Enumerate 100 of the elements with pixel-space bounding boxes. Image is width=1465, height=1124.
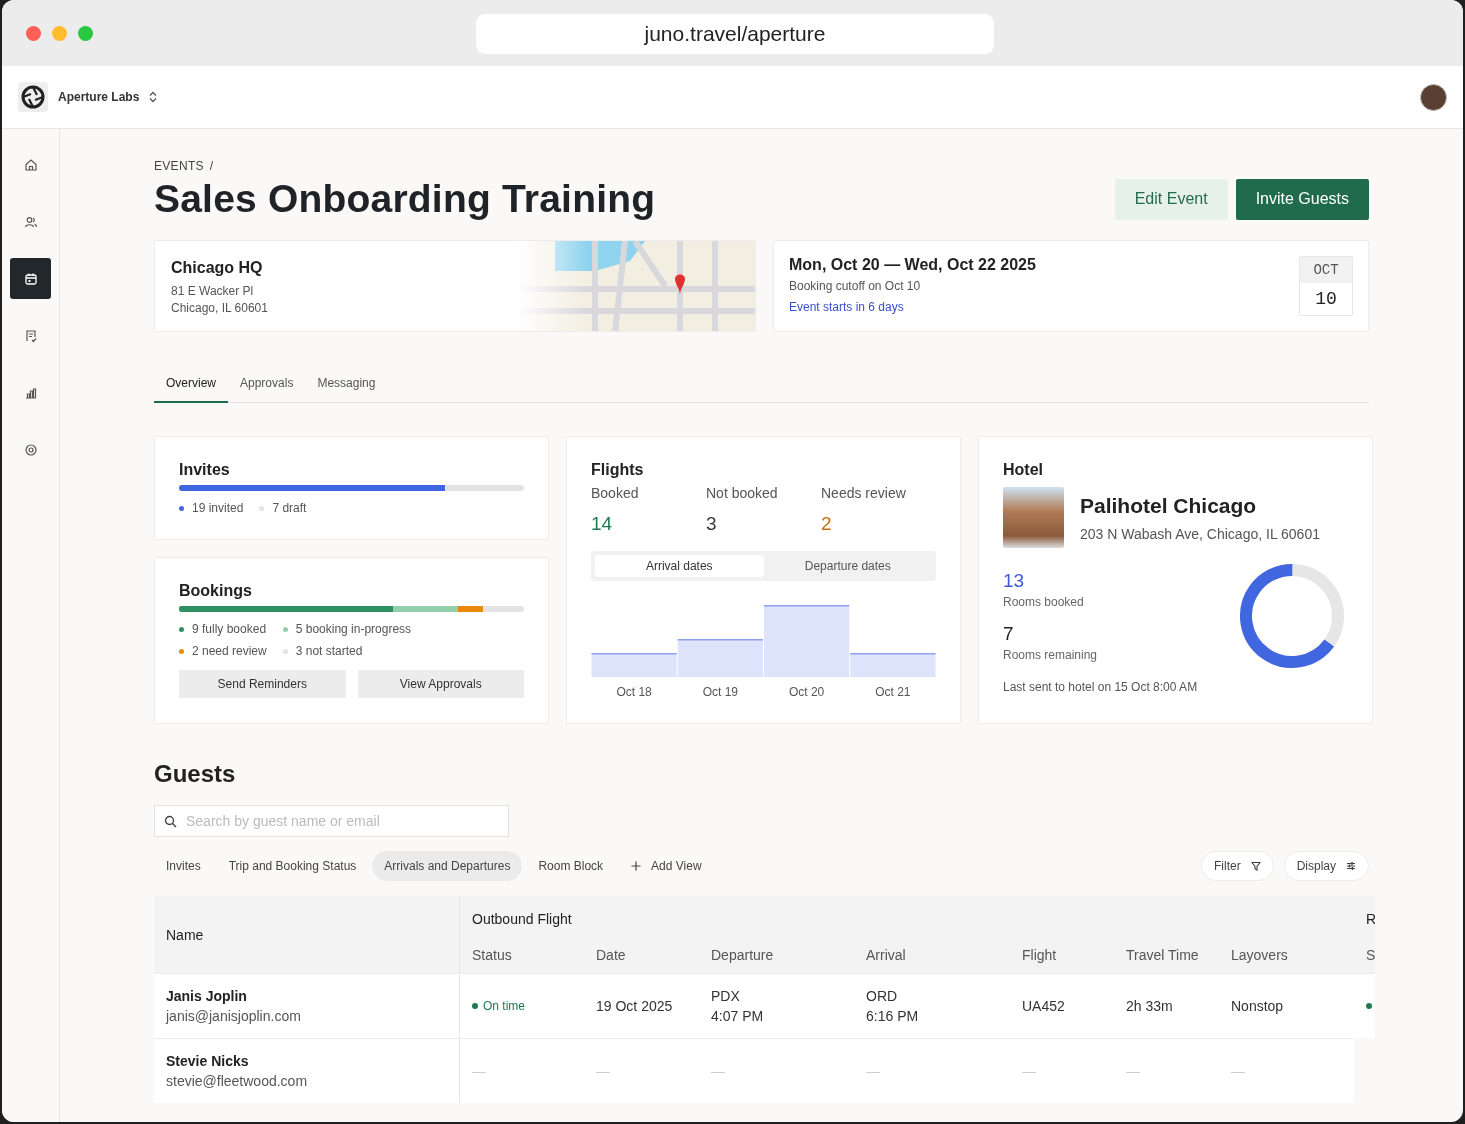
breadcrumb-link[interactable]: EVENTS: [154, 159, 204, 173]
sidebar-item[interactable]: [10, 258, 51, 299]
countdown-text: Event starts in 6 days: [789, 299, 905, 316]
column-header: Name: [154, 896, 460, 973]
breadcrumb-separator: /: [209, 159, 214, 173]
column-header: Flight: [1010, 933, 1114, 973]
legend-label: 2 need review: [192, 644, 267, 658]
card-title: Bookings: [179, 582, 253, 600]
stat-value: 3: [706, 513, 718, 535]
table-cell-text: Nonstop: [1231, 997, 1284, 1016]
axis-label: Oct 20: [787, 685, 826, 699]
action-button[interactable]: View Approvals: [357, 670, 524, 698]
user-avatar[interactable]: [1420, 83, 1447, 111]
view-tab[interactable]: Room Block: [526, 851, 616, 881]
plus-icon: [631, 861, 642, 871]
receipt-icon: [23, 328, 38, 343]
card-title: Hotel: [1003, 461, 1044, 479]
hotel-address: 203 N Wabash Ave, Chicago, IL 60601: [1080, 525, 1320, 542]
guest-email: stevie@fleetwood.com: [166, 1072, 308, 1091]
table-cell-text: 2h 33m: [1126, 997, 1173, 1016]
invite-button[interactable]: Invite Guests: [1235, 178, 1369, 220]
address-bar[interactable]: juno.travel/aperture: [476, 14, 994, 54]
location-name: Chicago HQ: [171, 259, 264, 277]
aperture-logo-icon: [18, 82, 48, 112]
tab[interactable]: Approvals: [228, 366, 306, 403]
search-field[interactable]: Search by guest name or email: [154, 805, 509, 837]
empty-cell-text: —: [1231, 1062, 1245, 1081]
axis-label: Oct 19: [701, 685, 740, 699]
table-cell-text: UA452: [1022, 997, 1065, 1016]
search-icon: [164, 815, 177, 828]
close-window-dot[interactable]: [26, 25, 41, 41]
table-cell-text: 19 Oct 2025: [596, 997, 673, 1016]
legend-label: 7 draft: [272, 501, 307, 515]
axis-label: Oct 18: [615, 685, 653, 699]
chevron-up-down-icon[interactable]: [149, 91, 158, 103]
organization-name[interactable]: Aperture Labs: [58, 90, 140, 104]
empty-cell-text: —: [711, 1062, 725, 1081]
address-line: 81 E Wacker Pl: [171, 283, 255, 300]
maximize-window-dot[interactable]: [78, 25, 93, 41]
legend-label: 3 not started: [295, 644, 363, 658]
sliders-icon: [1346, 861, 1356, 871]
home-icon: [23, 157, 38, 172]
guest-name: Stevie Nicks: [166, 1052, 249, 1071]
stat-label: Rooms booked: [1003, 595, 1085, 609]
view-tab[interactable]: Invites: [154, 851, 213, 881]
hotel-name: Palihotel Chicago: [1080, 493, 1258, 518]
card-title: Invites: [179, 461, 231, 479]
stat-label: Needs review: [821, 485, 907, 501]
column-header: Departure: [699, 933, 854, 973]
action-button[interactable]: Send Reminders: [179, 670, 346, 698]
stat-value: 7: [1003, 623, 1015, 645]
stat-label: Not booked: [706, 485, 779, 501]
column-header: Date: [584, 933, 699, 973]
table-cell-text: ORD 6:16 PM: [866, 987, 919, 1026]
address-line: Chicago, IL 60601: [171, 300, 268, 317]
users-icon: [23, 214, 38, 229]
table-cell-text: PDX 4:07 PM: [711, 987, 764, 1026]
empty-cell-text: —: [866, 1062, 880, 1081]
photo-placeholder: [1003, 487, 1064, 548]
column-header: S: [1354, 933, 1375, 973]
calendar-month: OCT: [1300, 257, 1352, 283]
edit-button[interactable]: Edit Event: [1114, 178, 1228, 220]
stat-value: 2: [821, 513, 833, 535]
display-button[interactable]: Display: [1283, 851, 1369, 881]
calendar-icon: [23, 271, 38, 286]
column-header: Status: [460, 933, 584, 973]
axis-label: Oct 21: [874, 685, 912, 699]
filter-icon: [1250, 861, 1261, 871]
empty-cell-text: —: [1022, 1062, 1036, 1081]
toggle-option[interactable]: Departure dates: [763, 555, 932, 577]
minimize-window-dot[interactable]: [52, 25, 67, 41]
stat-label: Rooms remaining: [1003, 648, 1098, 662]
column-group-header: Outbound Flight: [460, 896, 1354, 933]
add-view-button[interactable]: Add View: [619, 851, 714, 881]
legend-label: 5 booking in-progress: [295, 622, 412, 636]
view-tab[interactable]: Arrivals and Departures: [372, 851, 523, 881]
empty-cell-text: —: [1126, 1062, 1140, 1081]
legend-label: 9 fully booked: [192, 622, 267, 636]
status-text: On time: [483, 998, 525, 1015]
tab[interactable]: Overview: [154, 366, 228, 403]
empty-cell-text: —: [596, 1062, 610, 1081]
toggle-option[interactable]: Arrival dates: [595, 555, 764, 577]
tab[interactable]: Messaging: [305, 366, 388, 403]
legend-label: 19 invited: [192, 501, 244, 515]
hotel-note: Last sent to hotel on 15 Oct 8:00 AM: [1003, 680, 1199, 694]
page-title: Sales Onboarding Training: [154, 177, 656, 221]
filter-button[interactable]: Filter: [1200, 851, 1274, 881]
stat-label: Booked: [591, 485, 640, 501]
column-header: Arrival: [854, 933, 1010, 973]
settings-icon: [23, 442, 38, 457]
view-tab[interactable]: Trip and Booking Status: [216, 851, 369, 881]
bar-chart-icon: [23, 385, 38, 400]
section-title: Guests: [154, 760, 237, 788]
empty-cell-text: —: [472, 1062, 486, 1081]
stat-value: 13: [1003, 570, 1026, 592]
stat-value: 14: [591, 513, 614, 535]
calendar-day: 10: [1300, 283, 1352, 315]
column-header: Layovers: [1219, 933, 1354, 973]
guest-email: janis@janisjoplin.com: [166, 1007, 301, 1026]
column-header: Travel Time: [1114, 933, 1219, 973]
